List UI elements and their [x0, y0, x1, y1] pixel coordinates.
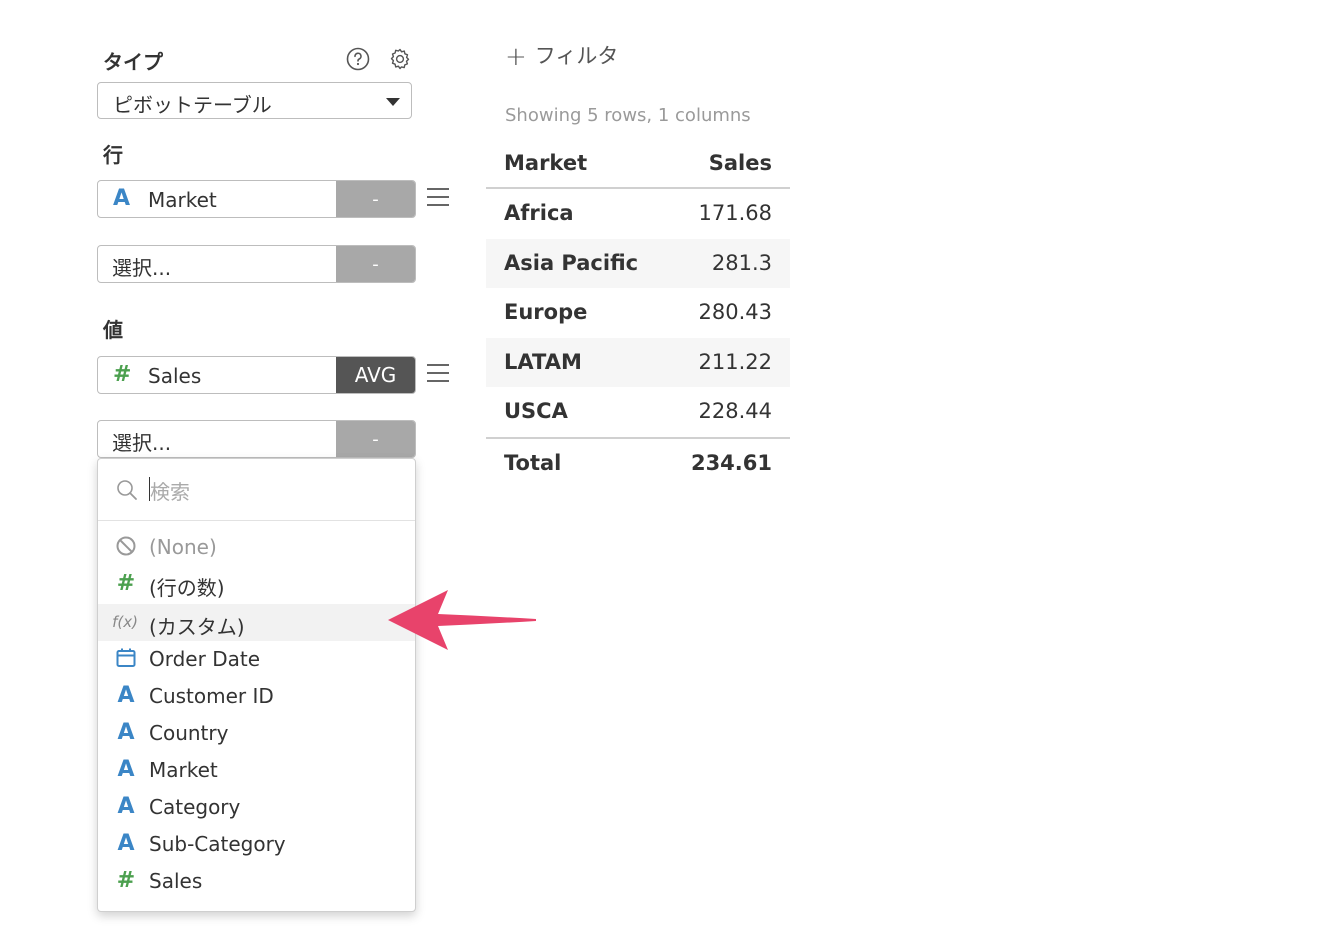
- table-header-row: Market Sales: [486, 143, 790, 189]
- type-select-value: ピボットテーブル: [113, 93, 272, 117]
- row-field-remove-button[interactable]: -: [336, 181, 415, 217]
- dropdown-item-label: Market: [149, 758, 218, 782]
- type-select[interactable]: ピボットテーブル: [97, 82, 412, 119]
- dropdown-item-sales[interactable]: # Sales: [98, 862, 415, 899]
- dropdown-item-customer-id[interactable]: A Customer ID: [98, 677, 415, 714]
- number-type-icon: #: [116, 867, 136, 893]
- dropdown-item-label: Country: [149, 721, 229, 745]
- dropdown-item-label: Customer ID: [149, 684, 274, 708]
- table-cell-market: USCA: [504, 399, 568, 424]
- search-input[interactable]: 検索: [150, 476, 190, 505]
- dropdown-item-label: (None): [149, 535, 217, 559]
- table-row: USCA 228.44: [486, 387, 790, 437]
- row-field-menu-icon[interactable]: [427, 188, 449, 206]
- table-row: Africa 171.68: [486, 189, 790, 239]
- dropdown-item-category[interactable]: A Category: [98, 788, 415, 825]
- number-type-icon: #: [113, 362, 132, 387]
- column-header-market[interactable]: Market: [504, 151, 587, 175]
- dropdown-search[interactable]: 検索: [98, 459, 415, 521]
- row-field-placeholder: 選択...: [112, 256, 172, 280]
- row-field-market[interactable]: A Market -: [97, 180, 416, 218]
- rows-label: 行: [103, 143, 123, 167]
- table-cell-market: Africa: [504, 201, 574, 225]
- table-row: Asia Pacific 281.3: [486, 238, 790, 289]
- dropdown-item-sub-category[interactable]: A Sub-Category: [98, 825, 415, 862]
- string-type-icon: A: [117, 756, 135, 782]
- row-field-select[interactable]: 選択... -: [97, 245, 416, 283]
- result-table: Market Sales Africa 171.68 Asia Pacific …: [486, 143, 790, 487]
- string-type-icon: A: [117, 682, 135, 708]
- search-icon: [115, 478, 139, 506]
- add-filter-button[interactable]: + フィルタ: [505, 40, 618, 72]
- value-field-select-button[interactable]: -: [336, 421, 415, 457]
- table-cell-market: Asia Pacific: [504, 250, 639, 275]
- dropdown-item-label: (カスタム): [149, 615, 245, 639]
- dropdown-item-label: Order Date: [149, 647, 260, 671]
- function-icon: f(x): [112, 613, 138, 631]
- dropdown-item-label: Sub-Category: [149, 832, 286, 856]
- table-cell-sales: 281.3: [711, 250, 772, 275]
- string-type-icon: A: [117, 793, 135, 819]
- dropdown-item-order-date[interactable]: Order Date: [98, 640, 415, 677]
- aggregation-button[interactable]: AVG: [336, 357, 415, 393]
- total-value: 234.61: [690, 450, 772, 475]
- table-row: LATAM 211.22: [486, 337, 790, 388]
- value-field-sales[interactable]: # Sales AVG: [97, 356, 416, 394]
- dropdown-item-market[interactable]: A Market: [98, 751, 415, 788]
- table-cell-market: Europe: [504, 300, 588, 325]
- values-label: 値: [103, 318, 123, 342]
- table-cell-sales: 211.22: [698, 349, 772, 374]
- column-dropdown: 検索 (None) # (行の数) f(x) (カスタム) Order Date…: [97, 458, 416, 912]
- table-cell-sales: 280.43: [698, 300, 772, 325]
- calendar-icon: [115, 645, 137, 671]
- question-circle-icon[interactable]: [346, 47, 370, 71]
- string-type-icon: A: [117, 719, 135, 745]
- dropdown-item-none[interactable]: (None): [98, 528, 415, 565]
- type-label: タイプ: [103, 50, 163, 74]
- table-total-row: Total 234.61: [486, 436, 790, 487]
- row-count-summary: Showing 5 rows, 1 columns: [505, 105, 751, 126]
- dropdown-item-custom[interactable]: f(x) (カスタム): [98, 604, 415, 641]
- string-type-icon: A: [113, 186, 131, 211]
- dropdown-item-label: (行の数): [149, 576, 225, 600]
- annotation-arrow-icon: [388, 590, 536, 650]
- table-cell-sales: 171.68: [698, 201, 772, 225]
- dropdown-item-label: Sales: [149, 869, 203, 893]
- column-header-sales[interactable]: Sales: [709, 151, 772, 175]
- plus-icon: +: [505, 42, 527, 72]
- table-row: Europe 280.43: [486, 288, 790, 338]
- dropdown-item-label: Category: [149, 795, 241, 819]
- none-icon: [115, 533, 137, 559]
- value-field-name: Sales: [148, 364, 202, 388]
- row-field-select-button[interactable]: -: [336, 246, 415, 282]
- total-label: Total: [504, 450, 562, 475]
- dropdown-item-country[interactable]: A Country: [98, 714, 415, 751]
- value-field-menu-icon[interactable]: [427, 364, 449, 382]
- chevron-down-icon: [386, 98, 400, 106]
- gear-icon[interactable]: [388, 47, 412, 71]
- filter-label: フィルタ: [534, 44, 619, 68]
- string-type-icon: A: [117, 830, 135, 856]
- dropdown-item-row-count[interactable]: # (行の数): [98, 565, 415, 602]
- table-cell-market: LATAM: [504, 349, 582, 374]
- value-field-select[interactable]: 選択... -: [97, 420, 416, 458]
- table-cell-sales: 228.44: [698, 399, 772, 424]
- value-field-placeholder: 選択...: [112, 431, 172, 455]
- row-field-name: Market: [148, 188, 217, 212]
- number-type-icon: #: [116, 570, 136, 596]
